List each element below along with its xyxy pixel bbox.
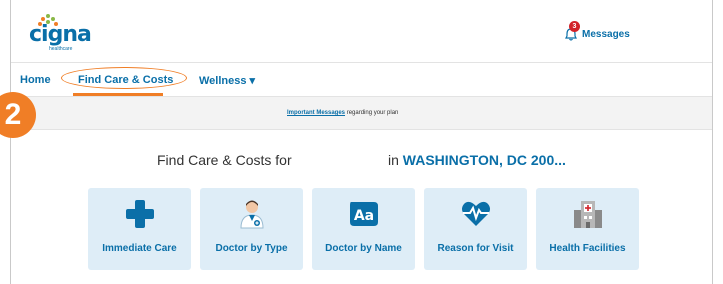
logo-subtext: healthcare <box>49 46 73 52</box>
tile-doctor-by-name[interactable]: Aa Doctor by Name <box>312 188 415 270</box>
tile-label: Immediate Care <box>102 243 177 254</box>
important-messages-link[interactable]: Important Messages <box>287 110 345 116</box>
banner-text: Important Messages regarding your plan <box>287 110 398 116</box>
text-aa-icon: Aa <box>348 198 380 230</box>
svg-text:Aa: Aa <box>354 208 374 224</box>
tile-label: Health Facilities <box>549 243 626 254</box>
hospital-building-icon <box>572 198 604 230</box>
messages-label: Messages <box>582 28 630 40</box>
tile-label: Reason for Visit <box>437 243 514 254</box>
tile-label: Doctor by Name <box>325 243 402 254</box>
banner-suffix: regarding your plan <box>345 110 399 116</box>
logo-wordmark: cigna <box>29 22 92 47</box>
find-care-title: Find Care & Costs for <box>157 152 292 168</box>
tile-doctor-by-type[interactable]: Doctor by Type <box>200 188 303 270</box>
location-prefix: in <box>388 152 403 168</box>
messages-count-badge: 3 <box>569 21 580 32</box>
location-value[interactable]: WASHINGTON, DC 200... <box>403 152 566 168</box>
main-nav: Home Find Care & Costs Wellness ▾ <box>11 62 712 97</box>
tile-health-facilities[interactable]: Health Facilities <box>536 188 639 270</box>
nav-find-care-costs[interactable]: Find Care & Costs <box>78 74 173 86</box>
nav-wellness-dropdown[interactable]: Wellness ▾ <box>199 74 255 87</box>
bell-icon: 3 <box>564 21 580 41</box>
nav-home[interactable]: Home <box>20 74 51 86</box>
medical-cross-icon <box>124 198 156 230</box>
tile-immediate-care[interactable]: Immediate Care <box>88 188 191 270</box>
important-messages-banner: Important Messages regarding your plan <box>11 96 712 130</box>
tile-label: Doctor by Type <box>215 243 288 254</box>
tile-reason-for-visit[interactable]: Reason for Visit <box>424 188 527 270</box>
app-frame: cigna healthcare 3 Messages Home Find Ca… <box>10 0 713 284</box>
header: cigna healthcare 3 Messages <box>11 0 712 62</box>
cigna-logo[interactable]: cigna healthcare <box>29 14 99 54</box>
messages-link[interactable]: 3 Messages <box>564 21 630 41</box>
heartbeat-icon <box>460 198 492 230</box>
location-selector[interactable]: in WASHINGTON, DC 200... <box>388 152 566 168</box>
doctor-icon <box>236 198 268 230</box>
